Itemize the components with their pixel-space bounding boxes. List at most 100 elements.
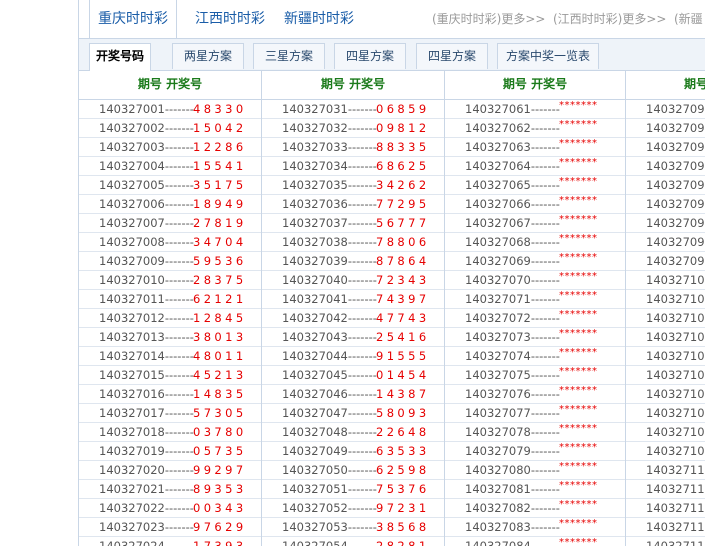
draw-number: 12286 (193, 140, 247, 154)
separator-dashes: ------- (347, 444, 377, 458)
issue-number: 140327009 (99, 254, 165, 268)
issue-number: 140327023 (99, 520, 165, 534)
table-row: 140327096 (626, 195, 705, 214)
subtab-plan-win-summary[interactable]: 方案中奖一览表 (497, 43, 599, 69)
subtab-four-star-plan-2[interactable]: 四星方案 (416, 43, 488, 69)
subtab-three-star-plan[interactable]: 三星方案 (253, 43, 325, 69)
draw-number-hidden: ******* (559, 480, 598, 491)
issue-number: 140327092 (646, 121, 705, 135)
issue-number: 140327064 (465, 159, 531, 173)
draw-number: 14387 (376, 387, 430, 401)
table-row: 140327108 (626, 423, 705, 442)
table-row: 140327039------- 87864 (262, 252, 444, 271)
table-row: 140327048------- 22648 (262, 423, 444, 442)
issue-number: 140327010 (99, 273, 165, 287)
table-row: 140327067------- ******* (445, 214, 625, 233)
more-link-chongqing[interactable]: (重庆时时彩)更多>> (432, 0, 545, 38)
issue-number-with-separator: 140327112 (646, 499, 705, 517)
table-row: 140327047------- 58093 (262, 404, 444, 423)
issue-number-with-separator: 140327046------- (282, 385, 377, 403)
separator-dashes: ------- (530, 330, 560, 344)
draw-number: 89353 (193, 482, 247, 496)
tab-jiangxi[interactable]: 江西时时彩 (195, 0, 265, 38)
subtab-draw-numbers[interactable]: 开奖号码 (89, 43, 151, 71)
separator-dashes: ------- (347, 539, 377, 546)
left-margin (0, 0, 78, 546)
table-row: 140327072------- ******* (445, 309, 625, 328)
issue-number-with-separator: 140327091 (646, 100, 705, 118)
issue-number-with-separator: 140327070------- (465, 271, 560, 289)
more-link-jiangxi[interactable]: (江西时时彩)更多>> (553, 0, 666, 38)
table-row: 140327046------- 14387 (262, 385, 444, 404)
table-row: 140327104 (626, 347, 705, 366)
draw-number: 15042 (193, 121, 247, 135)
column-header: 期号 开奖号 (445, 70, 625, 100)
table-row: 140327050------- 62598 (262, 461, 444, 480)
issue-number: 140327079 (465, 444, 531, 458)
table-row: 140327092 (626, 119, 705, 138)
subtab-two-star-plan[interactable]: 两星方案 (172, 43, 244, 69)
draw-number: 97629 (193, 520, 247, 534)
issue-number: 140327019 (99, 444, 165, 458)
table-row: 140327065------- ******* (445, 176, 625, 195)
table-row: 140327093 (626, 138, 705, 157)
tab-chongqing[interactable]: 重庆时时彩 (89, 0, 177, 38)
table-row: 140327062------- ******* (445, 119, 625, 138)
separator-dashes: ------- (347, 520, 377, 534)
subtab-four-star-plan[interactable]: 四星方案 (334, 43, 406, 69)
table-row: 140327002------- 15042 (79, 119, 261, 138)
issue-number-with-separator: 140327096 (646, 195, 705, 213)
issue-number-with-separator: 140327035------- (282, 176, 377, 194)
separator-dashes: ------- (530, 444, 560, 458)
table-row: 140327083------- ******* (445, 518, 625, 537)
issue-number-with-separator: 140327105 (646, 366, 705, 384)
table-row: 140327006------- 18949 (79, 195, 261, 214)
issue-number-with-separator: 140327042------- (282, 309, 377, 327)
table-row: 140327036------- 77295 (262, 195, 444, 214)
table-row: 140327031------- 06859 (262, 100, 444, 119)
separator-dashes: ------- (347, 159, 377, 173)
results-column-2: 期号 开奖号 140327031------- 06859 140327032---… (262, 70, 445, 546)
table-row: 140327105 (626, 366, 705, 385)
table-row: 140327053------- 38568 (262, 518, 444, 537)
issue-number-with-separator: 140327023------- (99, 518, 194, 536)
issue-number: 140327063 (465, 140, 531, 154)
issue-number: 140327096 (646, 197, 705, 211)
issue-number-with-separator: 140327047------- (282, 404, 377, 422)
column-header: 期号 开奖号 (262, 70, 444, 100)
separator-dashes: ------- (347, 330, 377, 344)
issue-number-with-separator: 140327109 (646, 442, 705, 460)
separator-dashes: ------- (164, 482, 194, 496)
issue-number: 140327035 (282, 178, 348, 192)
issue-number-with-separator: 140327101 (646, 290, 705, 308)
issue-number: 140327061 (465, 102, 531, 116)
tab-xinjiang[interactable]: 新疆时时彩 (284, 0, 354, 38)
table-row: 140327084------- ******* (445, 537, 625, 546)
table-row: 140327038------- 78806 (262, 233, 444, 252)
table-row: 140327077------- ******* (445, 404, 625, 423)
separator-dashes: ------- (530, 235, 560, 249)
issue-number-with-separator: 140327092 (646, 119, 705, 137)
issue-number: 140327002 (99, 121, 165, 135)
issue-number-with-separator: 140327031------- (282, 100, 377, 118)
separator-dashes: ------- (347, 425, 377, 439)
draw-number-hidden: ******* (559, 195, 598, 206)
issue-number: 140327077 (465, 406, 531, 420)
separator-dashes: ------- (164, 159, 194, 173)
draw-number: 01454 (376, 368, 430, 382)
issue-number-with-separator: 140327003------- (99, 138, 194, 156)
separator-dashes: ------- (347, 197, 377, 211)
draw-number: 25416 (376, 330, 430, 344)
more-link-xinjiang[interactable]: (新疆 (674, 0, 703, 38)
separator-dashes: ------- (347, 406, 377, 420)
draw-number: 03780 (193, 425, 247, 439)
issue-number-with-separator: 140327100 (646, 271, 705, 289)
draw-number-hidden: ******* (559, 290, 598, 301)
issue-number-with-separator: 140327043------- (282, 328, 377, 346)
table-row: 140327032------- 09812 (262, 119, 444, 138)
table-row: 140327098 (626, 233, 705, 252)
issue-number-with-separator: 140327082------- (465, 499, 560, 517)
separator-dashes: ------- (164, 349, 194, 363)
draw-number: 99297 (193, 463, 247, 477)
separator-dashes: ------- (530, 406, 560, 420)
